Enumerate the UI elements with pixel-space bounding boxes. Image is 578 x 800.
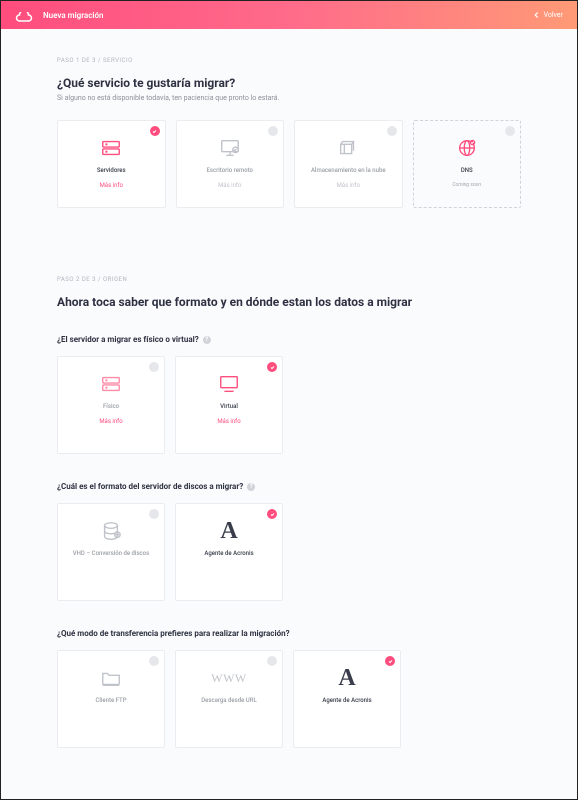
card-title: Físico xyxy=(103,403,119,410)
card-title: Servidores xyxy=(97,167,126,174)
app-frame: Nueva migración Volver PASO 1 DE 3 / SER… xyxy=(0,0,578,800)
section-title: ¿Qué servicio te gustaría migrar? xyxy=(57,76,521,90)
card-fisico[interactable]: Físico Más info xyxy=(57,356,165,454)
disk-format-cards: VHD – Conversión de discos A Agente de A… xyxy=(57,503,521,601)
desktop-icon xyxy=(219,135,241,161)
help-icon[interactable]: ? xyxy=(247,483,255,491)
back-button[interactable]: Volver xyxy=(534,11,563,19)
unselected-badge xyxy=(268,126,278,136)
card-dns: DNS Coming soon xyxy=(413,120,522,208)
breadcrumb: PASO 2 DE 3 / ORIGEN xyxy=(57,276,521,283)
card-title: Agente de Acronis xyxy=(204,550,253,557)
more-info-link[interactable]: Más info xyxy=(99,418,122,425)
www-icon: WWW xyxy=(211,665,246,691)
card-escritorio[interactable]: Escritorio remoto Más info xyxy=(176,120,285,208)
more-info-link[interactable]: Más info xyxy=(218,182,241,189)
server-icon xyxy=(100,135,122,161)
help-icon[interactable]: ? xyxy=(203,336,211,344)
card-ftp[interactable]: Cliente FTP xyxy=(57,650,165,748)
more-info-link[interactable]: Más info xyxy=(337,182,360,189)
card-title: Cliente FTP xyxy=(95,697,126,704)
card-title: VHD – Conversión de discos xyxy=(73,550,149,557)
breadcrumb: PASO 1 DE 3 / SERVICIO xyxy=(57,57,521,64)
card-title: Almacenamiento en la nube xyxy=(311,167,386,174)
unselected-badge xyxy=(505,126,515,136)
unselected-badge xyxy=(267,656,277,666)
card-subtitle: Coming soon xyxy=(452,182,481,188)
server-icon xyxy=(100,371,122,397)
folder-icon xyxy=(100,665,122,691)
section-title: Ahora toca saber que formato y en dónde … xyxy=(57,295,521,309)
selected-badge xyxy=(267,362,277,372)
question-transfer-mode: ¿Qué modo de transferencia prefieres par… xyxy=(57,629,521,638)
acronis-icon: A xyxy=(220,518,237,544)
card-acronis-agent[interactable]: A Agente de Acronis xyxy=(175,503,283,601)
arrow-left-icon xyxy=(534,12,540,18)
card-title: Escritorio remoto xyxy=(207,167,253,174)
physical-virtual-cards: Físico Más info Virtual Más info xyxy=(57,356,521,454)
acronis-icon: A xyxy=(338,665,355,691)
card-vhd[interactable]: VHD – Conversión de discos xyxy=(57,503,165,601)
cloud-storage-icon xyxy=(337,135,359,161)
selected-badge xyxy=(150,126,160,136)
transfer-mode-cards: Cliente FTP WWW Descarga desde URL A Age… xyxy=(57,650,521,748)
card-url-download[interactable]: WWW Descarga desde URL xyxy=(175,650,283,748)
question-physical-virtual: ¿El servidor a migrar es físico o virtua… xyxy=(57,335,521,344)
question-disk-format: ¿Cuál es el formato del servidor de disc… xyxy=(57,482,521,491)
unselected-badge xyxy=(149,656,159,666)
card-title: Virtual xyxy=(220,403,238,410)
content-area: PASO 1 DE 3 / SERVICIO ¿Qué servicio te … xyxy=(1,29,577,799)
card-title: Descarga desde URL xyxy=(201,697,257,704)
card-acronis-transfer[interactable]: A Agente de Acronis xyxy=(293,650,401,748)
back-label: Volver xyxy=(544,11,563,19)
selected-badge xyxy=(385,656,395,666)
card-virtual[interactable]: Virtual Más info xyxy=(175,356,283,454)
unselected-badge xyxy=(149,509,159,519)
more-info-link[interactable]: Más info xyxy=(100,182,123,189)
unselected-badge xyxy=(149,362,159,372)
section-subtitle: Si alguno no está disponible todavía, te… xyxy=(57,94,521,102)
card-title: DNS xyxy=(461,167,473,174)
card-servidores[interactable]: Servidores Más info xyxy=(57,120,166,208)
unselected-badge xyxy=(387,126,397,136)
selected-badge xyxy=(267,509,277,519)
card-title: Agente de Acronis xyxy=(322,697,371,704)
monitor-icon xyxy=(218,371,240,397)
globe-icon xyxy=(456,135,478,161)
database-icon xyxy=(100,518,122,544)
logo-icon xyxy=(15,9,33,21)
service-cards: Servidores Más info Escritorio remoto Má… xyxy=(57,120,521,208)
header-title: Nueva migración xyxy=(43,11,534,20)
header-bar: Nueva migración Volver xyxy=(1,1,577,29)
more-info-link[interactable]: Más info xyxy=(217,418,240,425)
card-almacenamiento[interactable]: Almacenamiento en la nube Más info xyxy=(294,120,403,208)
